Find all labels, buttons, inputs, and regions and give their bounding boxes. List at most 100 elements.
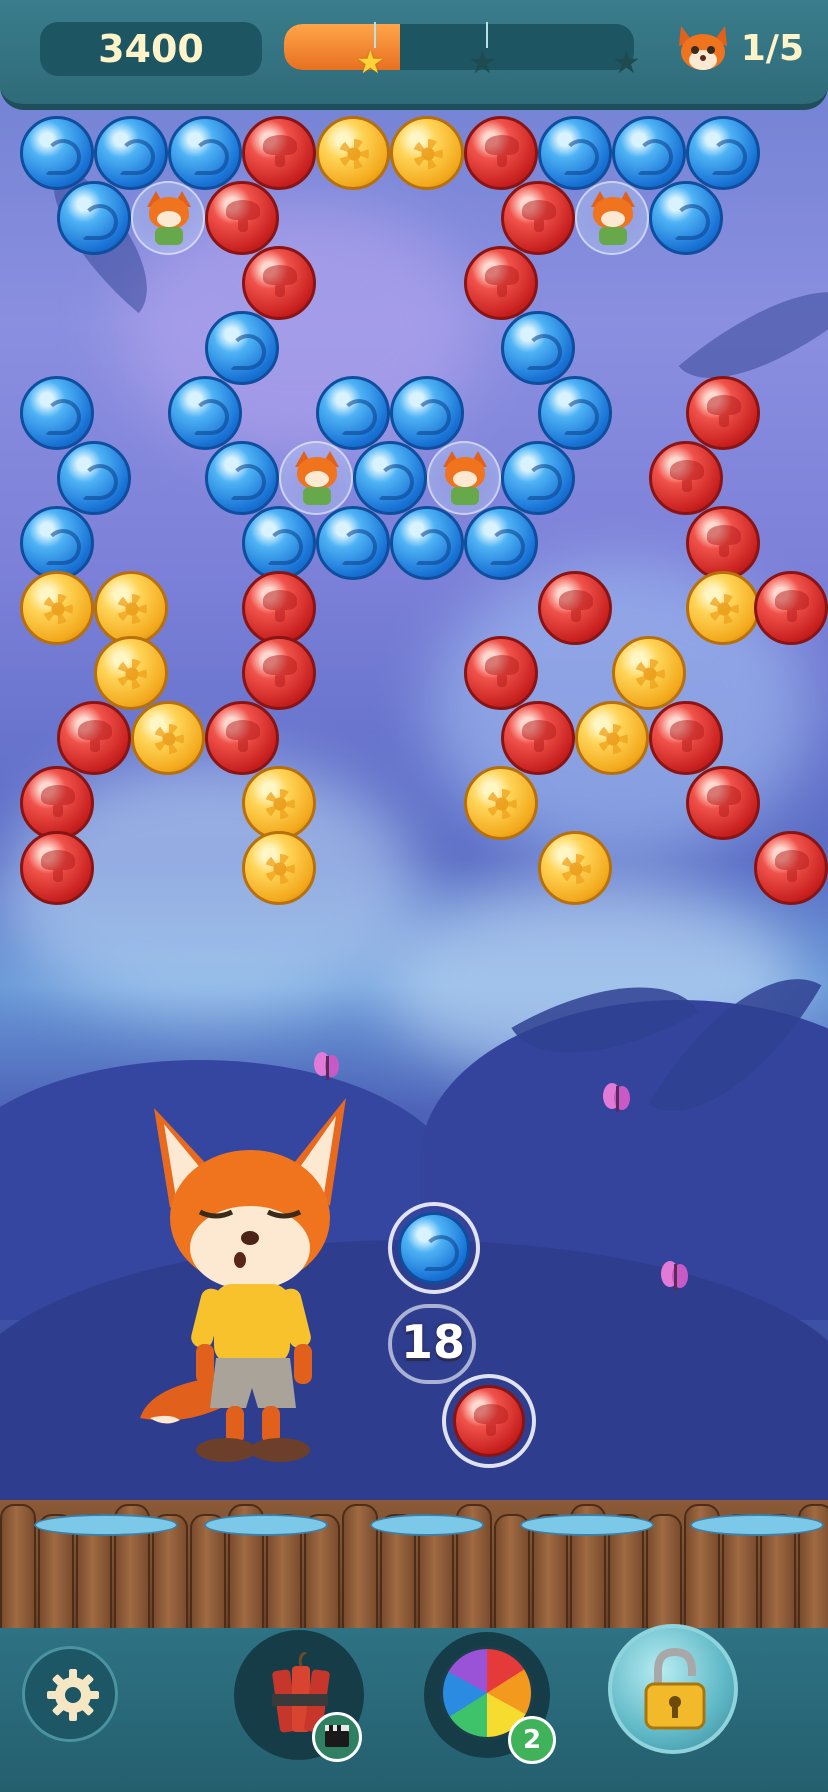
- red-bubble: [242, 246, 316, 320]
- red-bubble: [649, 441, 723, 515]
- blue-bubble: [20, 506, 94, 580]
- top-hud: 3400 ★ ★ ★ 1/5: [0, 0, 828, 110]
- yellow-bubble: [94, 636, 168, 710]
- yellow-bubble: [242, 831, 316, 905]
- red-bubble: [464, 636, 538, 710]
- goal-counter: 1/5: [740, 27, 804, 69]
- trapped-fox-bubble: [279, 441, 353, 515]
- red-bubble: [686, 376, 760, 450]
- star-icon: ★: [612, 43, 641, 81]
- water-pool: [34, 1514, 178, 1536]
- blue-bubble: [538, 116, 612, 190]
- blue-bubble: [205, 441, 279, 515]
- blue-bubble: [612, 116, 686, 190]
- blue-bubble: [20, 116, 94, 190]
- red-bubble: [242, 116, 316, 190]
- red-bubble: [464, 116, 538, 190]
- water-pool: [520, 1514, 654, 1536]
- bottom-toolbar: 2: [0, 1624, 828, 1792]
- blue-bubble: [538, 376, 612, 450]
- blue-bubble: [168, 116, 242, 190]
- butterfly-icon: [658, 1258, 692, 1298]
- butterfly-icon: [312, 1050, 342, 1086]
- trapped-fox-bubble: [131, 181, 205, 255]
- video-clapper-icon: [312, 1712, 362, 1762]
- blue-bubble: [205, 311, 279, 385]
- yellow-bubble: [464, 766, 538, 840]
- yellow-bubble: [242, 766, 316, 840]
- gear-icon: [43, 1665, 103, 1725]
- settings-button[interactable]: [22, 1646, 118, 1742]
- red-bubble: [686, 506, 760, 580]
- red-bubble: [501, 701, 575, 775]
- shots-remaining: 18: [400, 1315, 465, 1369]
- blue-bubble: [94, 116, 168, 190]
- red-bubble: [754, 571, 828, 645]
- red-bubble: [205, 701, 279, 775]
- blue-bubble: [649, 181, 723, 255]
- current-bubble-launcher[interactable]: [388, 1202, 480, 1294]
- blue-bubble: [20, 376, 94, 450]
- butterfly-icon: [600, 1080, 634, 1120]
- star-icon: ★: [356, 43, 385, 81]
- log-post: [190, 1514, 226, 1644]
- yellow-bubble: [94, 571, 168, 645]
- yellow-bubble: [612, 636, 686, 710]
- blue-bubble: [353, 441, 427, 515]
- blue-bubble: [57, 441, 131, 515]
- blue-bubble: [501, 441, 575, 515]
- score-display: 3400: [40, 22, 262, 76]
- yellow-bubble: [538, 831, 612, 905]
- trapped-fox-bubble: [575, 181, 649, 255]
- blue-bubble: [57, 181, 131, 255]
- red-bubble: [205, 181, 279, 255]
- blue-bubble: [686, 116, 760, 190]
- next-bubble-swap[interactable]: [442, 1374, 536, 1468]
- red-bubble: [754, 831, 828, 905]
- red-bubble: [242, 636, 316, 710]
- fox-rescue-goal: 1/5: [675, 22, 804, 74]
- water-pool: [690, 1514, 824, 1536]
- blue-bubble: [242, 506, 316, 580]
- red-bubble: [57, 701, 131, 775]
- score-value: 3400: [98, 27, 204, 71]
- blue-bubble: [316, 506, 390, 580]
- yellow-bubble: [316, 116, 390, 190]
- yellow-bubble: [131, 701, 205, 775]
- trapped-fox-bubble: [427, 441, 501, 515]
- blue-bubble: [168, 376, 242, 450]
- rainbow-booster-count: 2: [508, 1716, 556, 1764]
- water-pool: [204, 1514, 328, 1536]
- yellow-bubble: [686, 571, 760, 645]
- blue-bubble: [501, 311, 575, 385]
- fox-head-icon: [675, 22, 731, 74]
- blue-bubble: [390, 376, 464, 450]
- yellow-bubble: [20, 571, 94, 645]
- current-bubble: [398, 1212, 470, 1284]
- red-bubble: [20, 831, 94, 905]
- locked-booster-button[interactable]: [608, 1624, 738, 1754]
- rainbow-booster-button[interactable]: 2: [424, 1632, 556, 1764]
- red-bubble: [686, 766, 760, 840]
- star-icon: ★: [468, 43, 497, 81]
- red-bubble: [538, 571, 612, 645]
- red-bubble: [20, 766, 94, 840]
- blue-bubble: [390, 506, 464, 580]
- score-progress-bar: [284, 24, 634, 70]
- red-bubble: [242, 571, 316, 645]
- log-post: [304, 1514, 340, 1644]
- blue-bubble: [464, 506, 538, 580]
- red-bubble: [501, 181, 575, 255]
- dynamite-booster-button[interactable]: [234, 1630, 364, 1762]
- padlock-icon: [640, 1647, 710, 1732]
- water-pool: [370, 1514, 484, 1536]
- yellow-bubble: [575, 701, 649, 775]
- fox-character: [140, 1088, 380, 1468]
- log-post: [152, 1514, 188, 1644]
- red-bubble: [464, 246, 538, 320]
- next-bubble: [453, 1385, 525, 1457]
- log-post: [0, 1504, 36, 1634]
- yellow-bubble: [390, 116, 464, 190]
- red-bubble: [649, 701, 723, 775]
- blue-bubble: [316, 376, 390, 450]
